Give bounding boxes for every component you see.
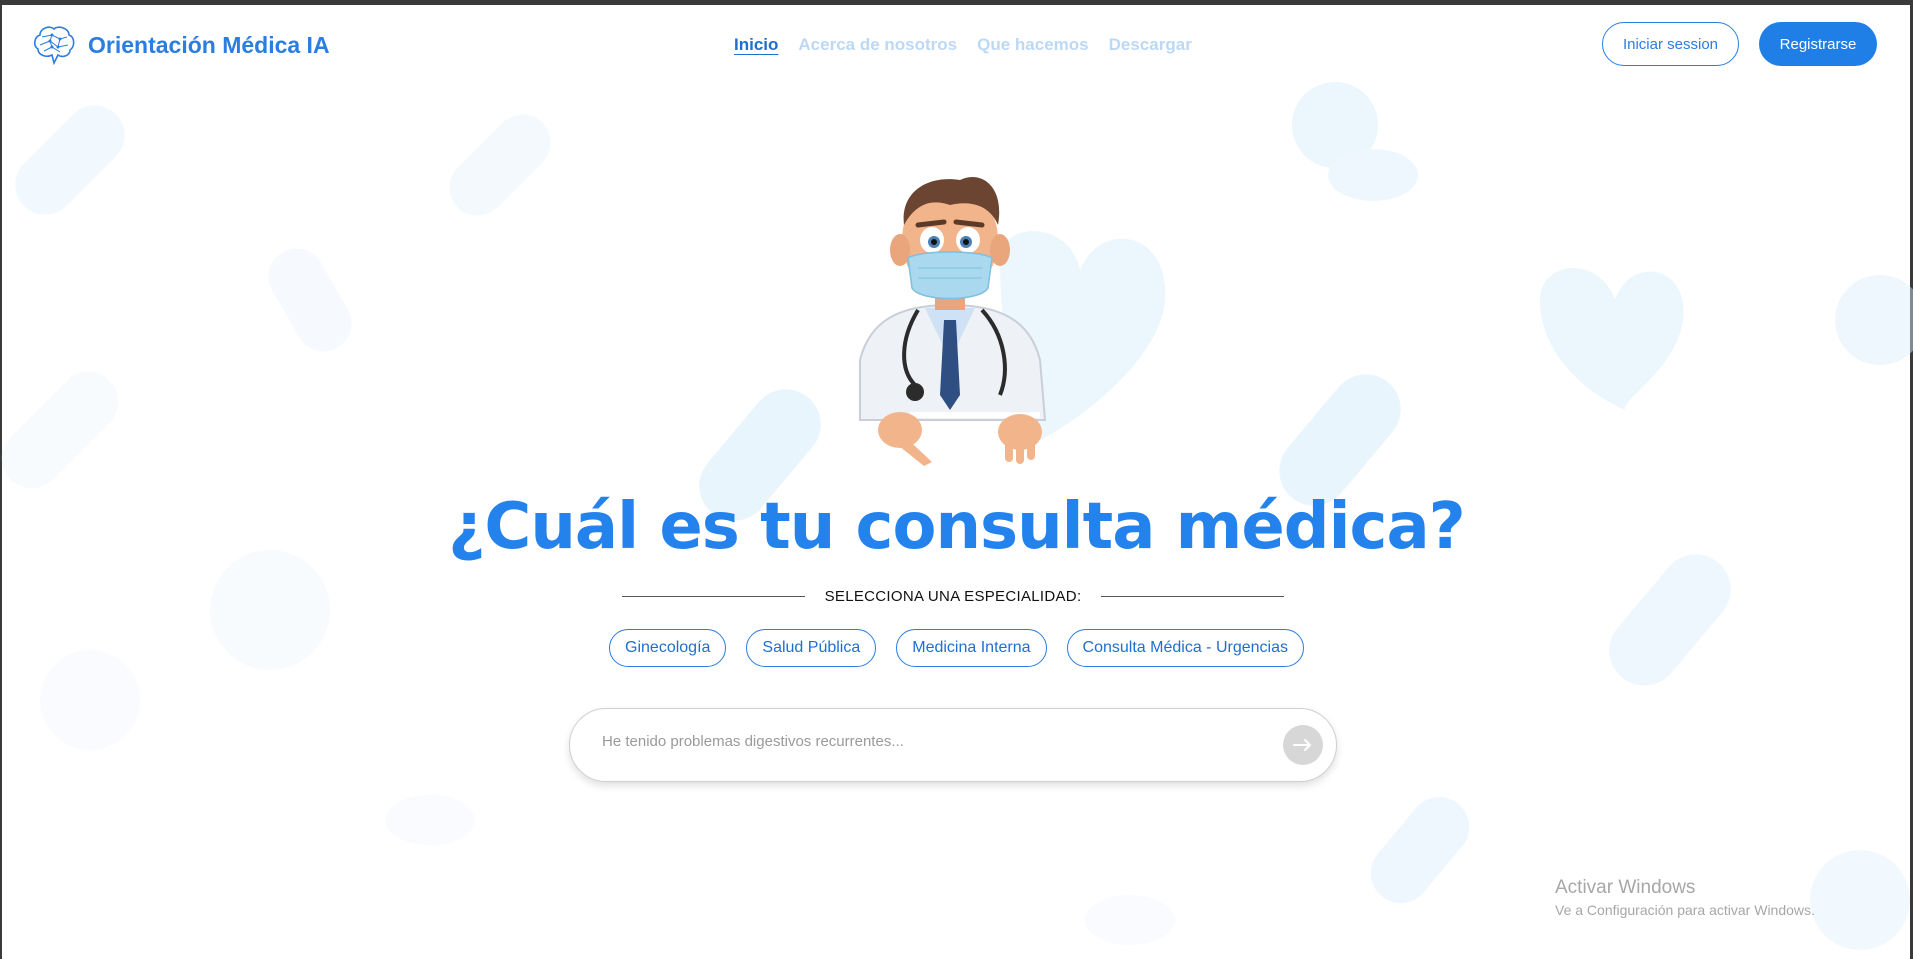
nav-item-que-hacemos[interactable]: Que hacemos	[977, 35, 1089, 55]
divider-line-left	[622, 595, 805, 597]
background-pattern	[1, 82, 1913, 950]
specialty-chips: Ginecología Salud Pública Medicina Inter…	[0, 629, 1913, 667]
doctor-mascot-illustration	[859, 177, 1047, 466]
brain-icon	[34, 26, 75, 65]
send-button[interactable]	[1283, 725, 1323, 765]
arrow-right-icon	[1293, 739, 1311, 751]
windows-activation-watermark: Activar Windows Ve a Configuración para …	[1555, 877, 1815, 918]
divider-line-right	[1101, 595, 1285, 597]
top-navbar: Orientación Médica IA Inicio Acerca de n…	[0, 5, 1913, 85]
chip-salud-publica[interactable]: Salud Pública	[746, 629, 877, 667]
brand[interactable]: Orientación Médica IA	[32, 25, 330, 65]
chip-ginecologia[interactable]: Ginecología	[609, 629, 727, 667]
watermark-subtitle: Ve a Configuración para activar Windows.	[1555, 902, 1815, 918]
nav-item-inicio[interactable]: Inicio	[734, 35, 778, 55]
chip-consulta-urgencias[interactable]: Consulta Médica - Urgencias	[1066, 629, 1304, 667]
query-input[interactable]	[600, 723, 1244, 759]
hero-headline: ¿Cuál es tu consulta médica?	[448, 490, 1466, 564]
query-box	[569, 708, 1337, 782]
main-nav: Inicio Acerca de nosotros Que hacemos De…	[734, 35, 1192, 55]
watermark-title: Activar Windows	[1555, 877, 1696, 898]
specialty-divider: SELECCIONA UNA ESPECIALIDAD:	[622, 585, 1285, 607]
specialty-prompt: SELECCIONA UNA ESPECIALIDAD:	[824, 587, 1082, 605]
login-button[interactable]: Iniciar session	[1602, 22, 1739, 66]
nav-item-descargar[interactable]: Descargar	[1109, 35, 1192, 55]
brand-title: Orientación Médica IA	[88, 31, 330, 58]
register-button[interactable]: Registrarse	[1759, 22, 1877, 66]
nav-item-acerca[interactable]: Acerca de nosotros	[798, 35, 957, 55]
chip-medicina-interna[interactable]: Medicina Interna	[896, 629, 1047, 667]
